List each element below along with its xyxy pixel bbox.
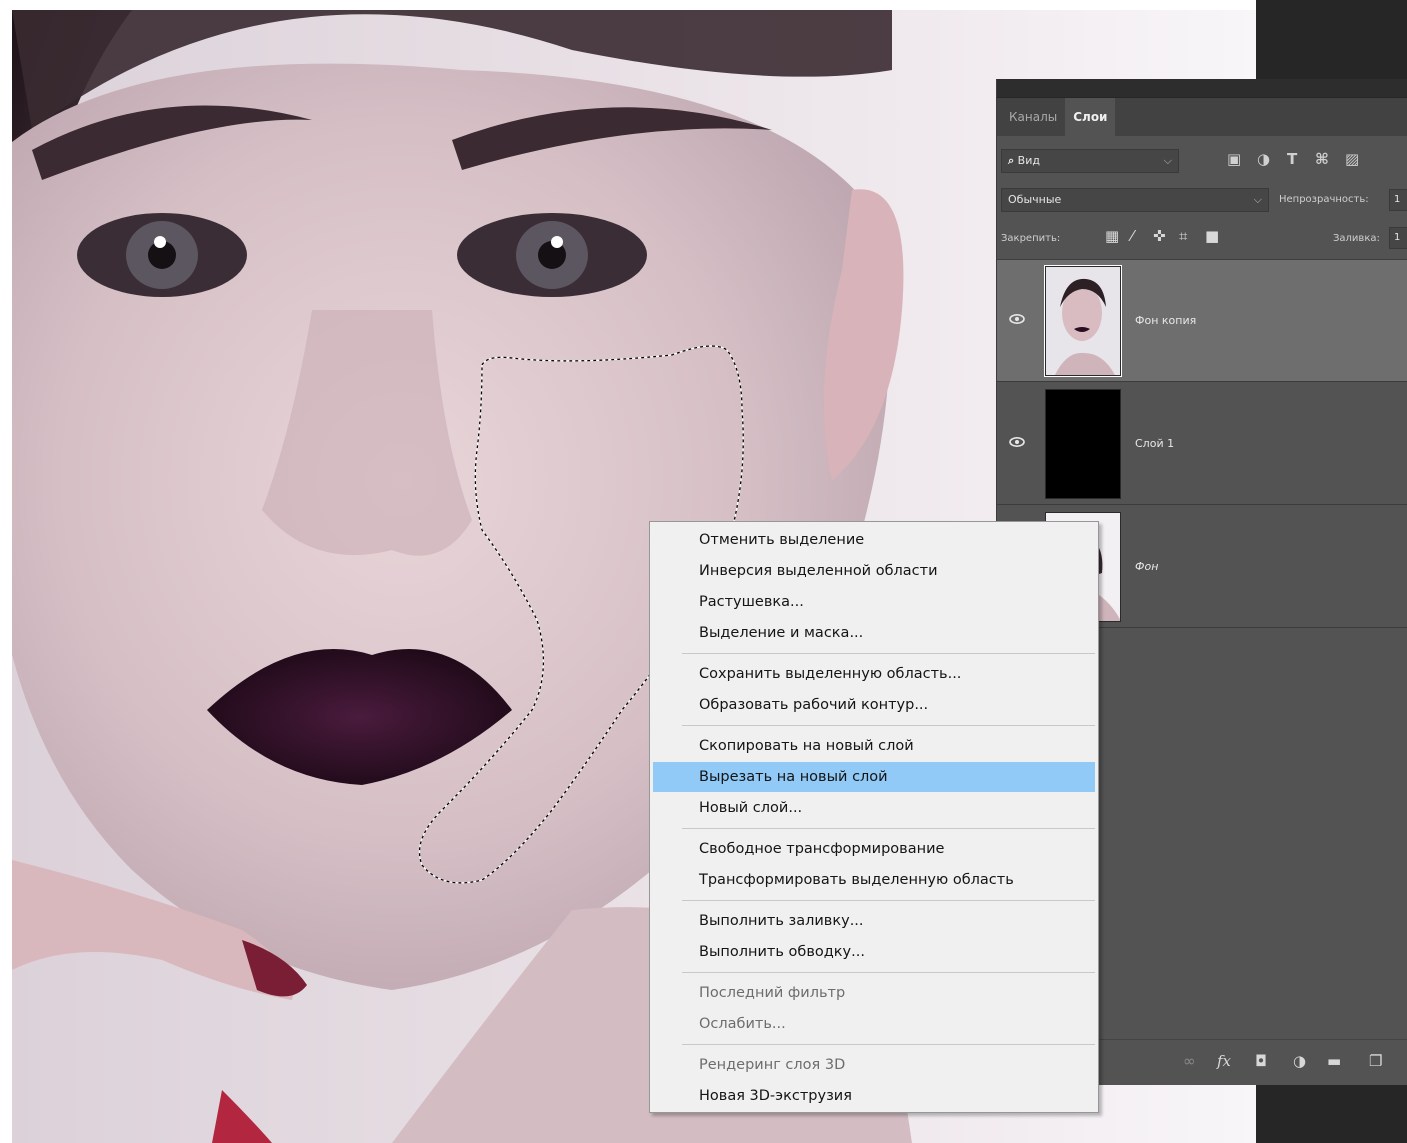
lock-transparent-icon[interactable]: ▦ [1105, 227, 1119, 245]
menu-separator [682, 653, 1095, 654]
menu-item-layer-via-cut[interactable]: Вырезать на новый слой [653, 762, 1095, 792]
menu-separator [682, 900, 1095, 901]
menu-item-select-and-mask[interactable]: Выделение и маска... [653, 618, 1095, 648]
menu-item-layer-via-copy[interactable]: Скопировать на новый слой [653, 731, 1095, 761]
panel-title-bar[interactable] [997, 79, 1407, 98]
opacity-input[interactable]: 1 [1389, 189, 1407, 211]
type-filter-icon[interactable]: T [1287, 150, 1297, 168]
blend-row: Обычные ⌵ Непрозрачность: 1 [997, 187, 1407, 213]
new-layer-icon[interactable]: ❐ [1369, 1052, 1382, 1070]
layer-row-fon-kopiya[interactable]: Фон копия [997, 260, 1407, 382]
eye-icon[interactable] [1009, 437, 1025, 447]
tab-layers[interactable]: Слои [1065, 98, 1116, 136]
layer-filter-row: ⌕ Вид ⌵ ▣ ◑ T ⌘ ▨ [997, 147, 1407, 177]
shape-filter-icon[interactable]: ⌘ [1315, 150, 1329, 168]
chevron-down-icon: ⌵ [1253, 193, 1262, 206]
adjustment-icon[interactable]: ◑ [1293, 1052, 1306, 1070]
menu-item-transform-selection[interactable]: Трансформировать выделенную область [653, 865, 1095, 895]
menu-item-render-3d[interactable]: Рендеринг слоя 3D [653, 1050, 1095, 1080]
smart-object-filter-icon[interactable]: ▨ [1345, 150, 1359, 168]
menu-separator [682, 725, 1095, 726]
search-icon: ⌕ [1008, 154, 1015, 167]
chevron-down-icon: ⌵ [1163, 154, 1172, 167]
menu-item-free-transform[interactable]: Свободное трансформирование [653, 834, 1095, 864]
menu-item-stroke[interactable]: Выполнить обводку... [653, 937, 1095, 967]
lock-move-icon[interactable]: ✜ [1153, 227, 1166, 245]
filter-type-label: Вид [1017, 154, 1040, 167]
fx-icon[interactable]: fx [1217, 1052, 1231, 1070]
eye-icon[interactable] [1009, 314, 1025, 324]
layer-row-sloy-1[interactable]: Слой 1 [997, 383, 1407, 505]
menu-item-inverse[interactable]: Инверсия выделенной области [653, 556, 1095, 586]
top-margin [0, 0, 1407, 10]
menu-separator [682, 972, 1095, 973]
layer-thumbnail [1044, 265, 1122, 377]
menu-separator [682, 1044, 1095, 1045]
fill-label: Заливка: [1333, 233, 1380, 244]
blend-mode-value: Обычные [1008, 193, 1062, 206]
menu-item-last-filter[interactable]: Последний фильтр [653, 978, 1095, 1008]
menu-item-fill[interactable]: Выполнить заливку... [653, 906, 1095, 936]
menu-item-new-layer[interactable]: Новый слой... [653, 793, 1095, 823]
menu-separator [682, 828, 1095, 829]
context-menu: Отменить выделение Инверсия выделенной о… [649, 521, 1099, 1113]
folder-icon[interactable]: ▬ [1327, 1052, 1341, 1070]
lock-row: Закрепить: ▦ ⁄ ✜ ⌗ ■ Заливка: 1 [997, 227, 1407, 253]
blend-mode-dropdown[interactable]: Обычные ⌵ [1001, 188, 1269, 212]
adjustment-filter-icon[interactable]: ◑ [1257, 150, 1270, 168]
layer-thumbnail [1045, 389, 1121, 499]
layer-name[interactable]: Фон копия [1135, 314, 1196, 327]
menu-item-fade[interactable]: Ослабить... [653, 1009, 1095, 1039]
opacity-label: Непрозрачность: [1279, 194, 1369, 205]
mask-icon[interactable]: ◘ [1255, 1052, 1267, 1070]
menu-item-make-work-path[interactable]: Образовать рабочий контур... [653, 690, 1095, 720]
fill-input[interactable]: 1 [1389, 227, 1407, 249]
menu-item-save-selection[interactable]: Сохранить выделенную область... [653, 659, 1095, 689]
panel-tabs: Каналы Слои [997, 98, 1407, 136]
link-icon[interactable]: ∞ [1183, 1052, 1196, 1070]
menu-item-new-3d-extrusion[interactable]: Новая 3D-экструзия [653, 1081, 1095, 1111]
lock-brush-icon[interactable]: ⁄ [1131, 227, 1134, 245]
menu-item-deselect[interactable]: Отменить выделение [653, 525, 1095, 555]
tab-channels[interactable]: Каналы [1001, 98, 1065, 136]
layer-name[interactable]: Фон [1135, 560, 1158, 573]
layer-name[interactable]: Слой 1 [1135, 437, 1174, 450]
lock-label: Закрепить: [1001, 233, 1061, 244]
menu-item-feather[interactable]: Растушевка... [653, 587, 1095, 617]
lock-all-icon[interactable]: ■ [1205, 227, 1219, 245]
filter-type-dropdown[interactable]: ⌕ Вид ⌵ [1001, 149, 1179, 173]
image-filter-icon[interactable]: ▣ [1227, 150, 1241, 168]
lock-artboard-icon[interactable]: ⌗ [1179, 227, 1187, 245]
